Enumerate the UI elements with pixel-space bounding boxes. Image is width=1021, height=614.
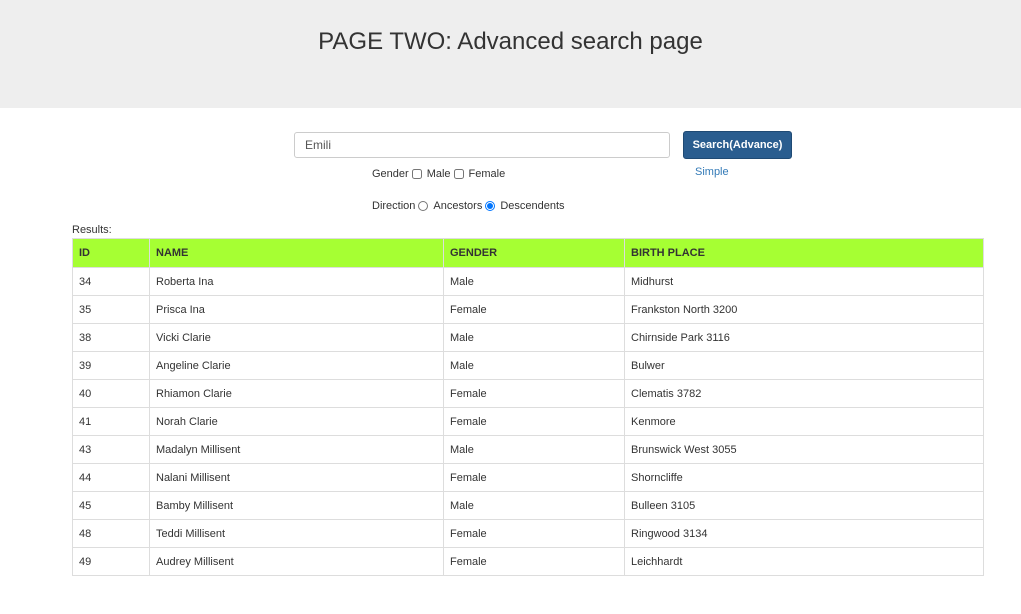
cell-gender: Female: [443, 407, 625, 436]
page-title: PAGE TWO: Advanced search page: [318, 28, 703, 55]
gender-label: Gender: [372, 168, 409, 180]
cell-name: Bamby Millisent: [149, 491, 444, 520]
gender-filter: Gender Male Female: [372, 168, 505, 180]
cell-id: 40: [72, 379, 150, 408]
cell-name: Madalyn Millisent: [149, 435, 444, 464]
cell-name: Prisca Ina: [149, 295, 444, 324]
cell-birth-place: Ringwood 3134: [624, 519, 984, 548]
cell-name: Norah Clarie: [149, 407, 444, 436]
column-header-id: ID: [72, 238, 150, 268]
cell-name: Roberta Ina: [149, 267, 444, 296]
page-header: PAGE TWO: Advanced search page: [0, 0, 1021, 108]
column-header-gender: GENDER: [443, 238, 625, 268]
cell-id: 38: [72, 323, 150, 352]
male-checkbox[interactable]: [411, 169, 422, 179]
cell-id: 48: [72, 519, 150, 548]
male-label: Male: [426, 168, 451, 180]
cell-id: 35: [72, 295, 150, 324]
cell-gender: Male: [443, 351, 625, 380]
cell-gender: Female: [443, 463, 625, 492]
cell-id: 44: [72, 463, 150, 492]
simple-search-link[interactable]: Simple: [695, 166, 729, 178]
table-row: 41 Norah Clarie Female Kenmore: [72, 407, 984, 436]
cell-gender: Female: [443, 547, 625, 576]
descendents-label: Descendents: [500, 200, 565, 212]
cell-birth-place: Frankston North 3200: [624, 295, 984, 324]
cell-birth-place: Midhurst: [624, 267, 984, 296]
cell-id: 45: [72, 491, 150, 520]
female-checkbox[interactable]: [453, 169, 464, 179]
cell-id: 41: [72, 407, 150, 436]
direction-label: Direction: [372, 200, 416, 212]
cell-id: 43: [72, 435, 150, 464]
table-row: 43 Madalyn Millisent Male Brunswick West…: [72, 435, 984, 464]
table-row: 45 Bamby Millisent Male Bulleen 3105: [72, 491, 984, 520]
results-label: Results:: [72, 224, 112, 236]
cell-gender: Male: [443, 435, 625, 464]
table-row: 49 Audrey Millisent Female Leichhardt: [72, 547, 984, 576]
table-row: 44 Nalani Millisent Female Shorncliffe: [72, 463, 984, 492]
cell-birth-place: Bulwer: [624, 351, 984, 380]
cell-id: 49: [72, 547, 150, 576]
column-header-name: NAME: [149, 238, 444, 268]
cell-gender: Female: [443, 295, 625, 324]
cell-name: Audrey Millisent: [149, 547, 444, 576]
table-header-row: ID NAME GENDER BIRTH PLACE: [72, 238, 984, 268]
cell-birth-place: Clematis 3782: [624, 379, 984, 408]
cell-id: 34: [72, 267, 150, 296]
cell-name: Vicki Clarie: [149, 323, 444, 352]
table-row: 40 Rhiamon Clarie Female Clematis 3782: [72, 379, 984, 408]
female-label: Female: [468, 168, 506, 180]
cell-gender: Male: [443, 267, 625, 296]
search-input[interactable]: [294, 132, 670, 158]
table-row: 38 Vicki Clarie Male Chirnside Park 3116: [72, 323, 984, 352]
descendents-radio[interactable]: [485, 201, 496, 211]
cell-birth-place: Leichhardt: [624, 547, 984, 576]
table-row: 48 Teddi Millisent Female Ringwood 3134: [72, 519, 984, 548]
cell-id: 39: [72, 351, 150, 380]
cell-birth-place: Brunswick West 3055: [624, 435, 984, 464]
cell-birth-place: Shorncliffe: [624, 463, 984, 492]
table-row: 35 Prisca Ina Female Frankston North 320…: [72, 295, 984, 324]
column-header-birth-place: BIRTH PLACE: [624, 238, 984, 268]
results-table: ID NAME GENDER BIRTH PLACE 34 Roberta In…: [72, 238, 984, 576]
cell-name: Rhiamon Clarie: [149, 379, 444, 408]
cell-gender: Male: [443, 323, 625, 352]
ancestors-label: Ancestors: [433, 200, 483, 212]
ancestors-radio[interactable]: [418, 201, 429, 211]
table-row: 39 Angeline Clarie Male Bulwer: [72, 351, 984, 380]
cell-birth-place: Chirnside Park 3116: [624, 323, 984, 352]
cell-name: Angeline Clarie: [149, 351, 444, 380]
cell-name: Nalani Millisent: [149, 463, 444, 492]
cell-name: Teddi Millisent: [149, 519, 444, 548]
cell-gender: Male: [443, 491, 625, 520]
cell-birth-place: Kenmore: [624, 407, 984, 436]
direction-filter: Direction Ancestors Descendents: [372, 200, 565, 212]
cell-gender: Female: [443, 379, 625, 408]
table-row: 34 Roberta Ina Male Midhurst: [72, 267, 984, 296]
search-advance-button[interactable]: Search(Advance): [683, 131, 792, 159]
cell-gender: Female: [443, 519, 625, 548]
cell-birth-place: Bulleen 3105: [624, 491, 984, 520]
